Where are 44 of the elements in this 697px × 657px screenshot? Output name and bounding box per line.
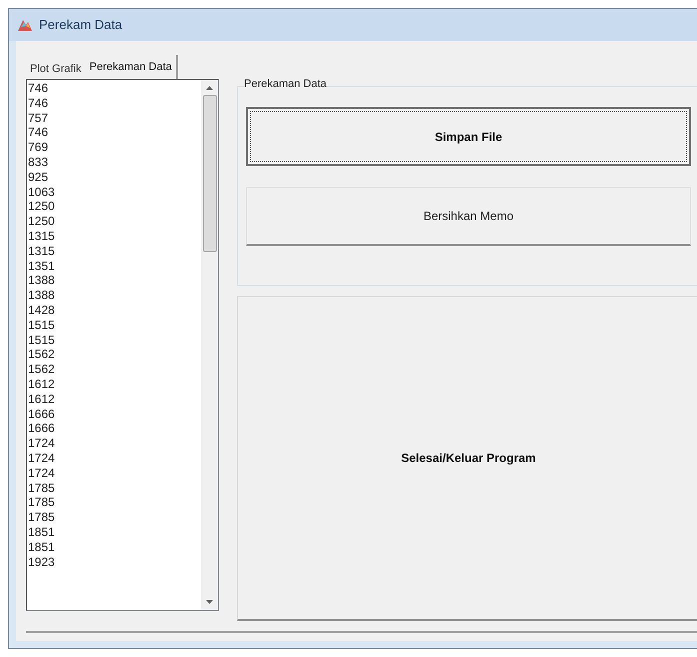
- memo-line: 1562: [28, 362, 55, 377]
- memo-line: 746: [28, 96, 48, 111]
- action-button[interactable]: Simpan File: [246, 107, 691, 166]
- memo-line: 1388: [28, 273, 55, 288]
- memo-line: 1851: [28, 540, 55, 554]
- memo-line: 1250: [28, 199, 55, 214]
- scrollbar[interactable]: [201, 80, 218, 610]
- memo-line: 1724: [28, 450, 55, 466]
- memo-line: 1785: [28, 480, 55, 496]
- action-button[interactable]: Bersihkan Memo: [246, 187, 691, 246]
- memo-line: 1351: [28, 258, 55, 274]
- memo-line: 1388: [28, 288, 55, 303]
- memo-line: 925: [28, 170, 48, 185]
- memo-line: 1724: [28, 436, 55, 451]
- memo-line: 1315: [28, 244, 55, 259]
- scroll-down-icon[interactable]: [206, 600, 213, 604]
- memo-line: 1666: [28, 421, 55, 436]
- memo-line: 1724: [28, 466, 55, 481]
- memo-line: 1851: [28, 524, 55, 540]
- memo-line: 1515: [28, 332, 55, 348]
- memo-line: 1923: [28, 554, 55, 570]
- memo-line: 757: [28, 110, 48, 126]
- exit-button[interactable]: Selesai/Keluar Program: [237, 296, 697, 621]
- group-title: Perekaman Data: [244, 79, 327, 90]
- memo-box[interactable]: 746 746 757 746 769 833 925 1063 1250 1250 1315 1315 1351 1388 1388 1428 1515 1515 1562 1562 1612 1612 1666 1666 1724 1724 1724 1785 1785 1785 1851 1851 1923: [26, 79, 219, 611]
- memo-line: 1562: [28, 347, 55, 362]
- memo-line: 1785: [28, 495, 55, 510]
- memo-line: 833: [28, 154, 48, 170]
- memo-line: 1666: [28, 406, 55, 422]
- scroll-thumb[interactable]: [202, 95, 216, 252]
- memo-line: 746: [28, 125, 48, 140]
- memo-line: 1612: [28, 376, 55, 392]
- memo-line: 746: [28, 81, 48, 96]
- scroll-up-icon[interactable]: [206, 86, 213, 90]
- memo-line: 1515: [28, 318, 55, 333]
- memo-line: 1063: [28, 184, 55, 200]
- app-logo-icon: [17, 18, 33, 32]
- memo-line: 1250: [28, 214, 55, 229]
- memo-line: 1785: [28, 510, 55, 525]
- memo-line: 769: [28, 140, 48, 155]
- memo-line: 1612: [28, 392, 55, 407]
- memo-line: 1315: [28, 228, 55, 244]
- memo-line: 1428: [28, 302, 55, 318]
- window-title: Perekam Data: [39, 16, 122, 34]
